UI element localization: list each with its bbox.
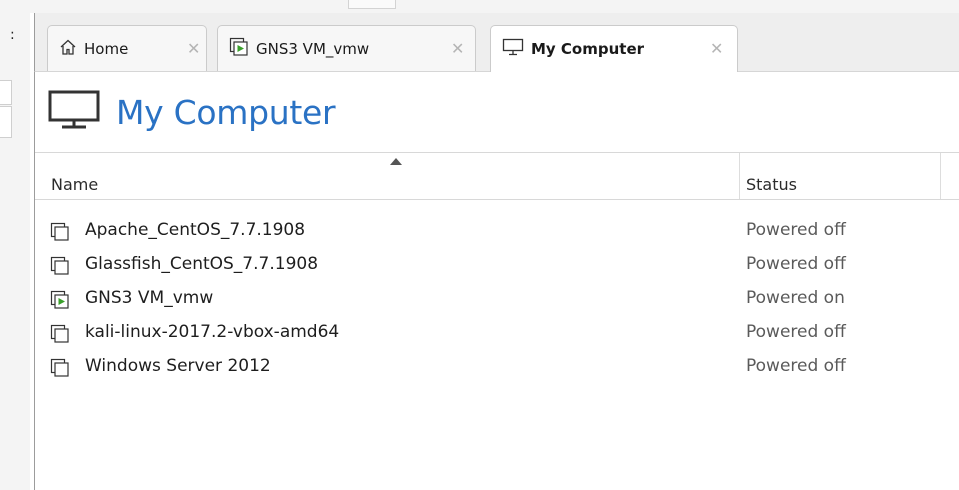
home-icon [59,38,77,60]
vm-running-icon [229,37,249,61]
vm-name: Apache_CentOS_7.7.1908 [85,220,306,240]
column-divider[interactable] [739,153,740,199]
vm-status: Powered on [746,288,845,308]
vm-status: Powered off [746,254,846,274]
vm-status: Powered off [746,356,846,376]
vm-name: Glassfish_CentOS_7.7.1908 [85,254,319,274]
vm-running-icon [50,290,70,314]
vm-icon [50,256,70,280]
table-row[interactable]: Windows Server 2012 Powered off [35,349,959,383]
tab-bar: Home ✕ GNS3 VM_vmw ✕ My Computer ✕ [34,13,959,72]
table-row[interactable]: GNS3 VM_vmw Powered on [35,281,959,315]
table-header: Name Status [35,152,959,200]
vm-icon [50,222,70,246]
tab-my-computer[interactable]: My Computer ✕ [490,25,738,72]
vm-name: kali-linux-2017.2-vbox-amd64 [85,322,340,342]
column-header-name[interactable]: Name [51,175,98,194]
vm-status: Powered off [746,322,846,342]
tab-gns3-vm[interactable]: GNS3 VM_vmw ✕ [217,25,476,71]
table-row[interactable]: Glassfish_CentOS_7.7.1908 Powered off [35,247,959,281]
vm-icon [50,324,70,348]
window-top-strip [0,0,959,13]
tab-gns3-close-icon[interactable]: ✕ [451,39,464,58]
splitter-handle[interactable] [348,0,396,9]
vm-name: GNS3 VM_vmw [85,288,214,308]
column-header-status[interactable]: Status [746,175,797,194]
vm-name: Windows Server 2012 [85,356,271,376]
monitor-icon [48,90,100,134]
my-computer-view: My Computer Name Status Apache_CentOS_7.… [34,72,959,490]
tab-gns3-vm-label: GNS3 VM_vmw [256,39,370,58]
library-panel-edge: : [0,13,30,490]
vm-icon [50,358,70,382]
panel-control[interactable] [0,80,12,105]
monitor-icon [502,38,524,60]
table-row[interactable]: Apache_CentOS_7.7.1908 Powered off [35,213,959,247]
tab-my-computer-close-icon[interactable]: ✕ [710,39,723,58]
vm-status: Powered off [746,220,846,240]
tab-home[interactable]: Home ✕ [47,25,207,71]
tab-home-label: Home [84,39,129,58]
table-row[interactable]: kali-linux-2017.2-vbox-amd64 Powered off [35,315,959,349]
vm-list: Apache_CentOS_7.7.1908 Powered off Glassfi… [35,213,959,383]
column-divider[interactable] [940,153,941,199]
tab-home-close-icon[interactable]: ✕ [187,39,200,58]
page-title: My Computer [116,92,336,132]
sort-ascending-icon [390,158,402,165]
page-header: My Computer [48,90,336,134]
tab-my-computer-label: My Computer [531,40,645,58]
panel-glyph: : [10,27,15,43]
panel-control-2[interactable] [0,106,12,138]
